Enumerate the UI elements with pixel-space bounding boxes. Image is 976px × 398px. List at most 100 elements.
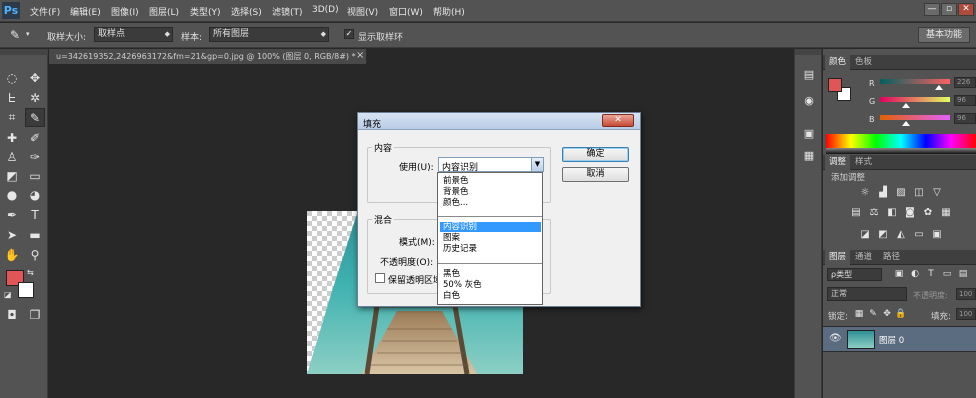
cancel-button[interactable]: 取消 bbox=[562, 167, 629, 182]
clone-stamp-tool-icon[interactable]: ♙ bbox=[2, 148, 22, 167]
sample-select[interactable]: 所有图层 ◆ bbox=[209, 27, 329, 42]
rectangle-tool-icon[interactable]: ▬ bbox=[25, 226, 45, 245]
close-tab-icon[interactable]: × bbox=[356, 50, 364, 61]
lock-position-icon[interactable]: ✥ bbox=[881, 308, 893, 320]
dropdown-option-history[interactable]: 历史记录 bbox=[440, 244, 541, 254]
tab-color[interactable]: 颜色 bbox=[825, 55, 851, 70]
background-color-swatch[interactable] bbox=[18, 282, 34, 298]
filter-type-icon[interactable]: T bbox=[925, 268, 937, 280]
filter-pixel-icon[interactable]: ▣ bbox=[893, 268, 905, 280]
layer-row[interactable]: 👁 图层 0 bbox=[823, 326, 976, 352]
brightness-icon[interactable]: ☼ bbox=[859, 187, 871, 199]
dropdown-option-color[interactable]: 颜色... bbox=[440, 198, 541, 208]
color-balance-icon[interactable]: ⚖ bbox=[868, 207, 880, 219]
menu-file[interactable]: 文件(F) bbox=[30, 5, 60, 18]
quick-mask-icon[interactable]: ◘ bbox=[2, 306, 22, 325]
dialog-close-button[interactable]: ✕ bbox=[602, 114, 634, 127]
gradient-map-icon[interactable]: ▭ bbox=[913, 229, 925, 241]
screen-mode-icon[interactable]: ❐ bbox=[25, 306, 45, 325]
layer-name[interactable]: 图层 0 bbox=[879, 334, 904, 346]
fill-field[interactable]: 100 bbox=[956, 308, 976, 320]
restore-button[interactable]: ▫ bbox=[941, 3, 957, 16]
selective-color-icon[interactable]: ▣ bbox=[931, 229, 943, 241]
exposure-icon[interactable]: ◫ bbox=[913, 187, 925, 199]
minimize-button[interactable]: — bbox=[924, 3, 940, 16]
curves-icon[interactable]: ▨ bbox=[895, 187, 907, 199]
filter-adjustment-icon[interactable]: ◐ bbox=[909, 268, 921, 280]
ok-button[interactable]: 确定 bbox=[562, 147, 629, 162]
opacity-field[interactable]: 100 bbox=[956, 288, 976, 300]
marquee-tool-icon[interactable]: ◌ bbox=[2, 69, 22, 88]
chevron-down-icon[interactable]: ▼ bbox=[531, 158, 543, 171]
dropdown-option-gray[interactable]: 50% 灰色 bbox=[440, 280, 541, 290]
move-tool-icon[interactable]: ✥ bbox=[25, 69, 45, 88]
channel-r-thumb[interactable] bbox=[935, 85, 943, 90]
brush-tool-icon[interactable]: ✐ bbox=[25, 129, 45, 148]
dropdown-option-black[interactable]: 黑色 bbox=[440, 269, 541, 279]
gradient-tool-icon[interactable]: ▭ bbox=[25, 167, 45, 186]
dialog-titlebar[interactable]: 填充 ✕ bbox=[358, 113, 640, 130]
dropdown-option-foreground[interactable]: 前景色 bbox=[440, 176, 541, 186]
tab-swatches[interactable]: 色板 bbox=[851, 55, 876, 70]
default-colors-icon[interactable]: ◪ bbox=[4, 290, 12, 299]
tab-layers[interactable]: 图层 bbox=[825, 250, 851, 265]
menu-help[interactable]: 帮助(H) bbox=[433, 5, 465, 18]
preserve-transparency-checkbox[interactable] bbox=[375, 273, 385, 283]
hand-tool-icon[interactable]: ✋ bbox=[2, 246, 22, 265]
tab-styles[interactable]: 样式 bbox=[851, 155, 876, 170]
sample-size-select[interactable]: 取样点 ◆ bbox=[94, 27, 173, 42]
menu-edit[interactable]: 编辑(E) bbox=[70, 5, 101, 18]
eyedropper-icon[interactable]: ✎ bbox=[25, 108, 45, 127]
layer-filter-select[interactable]: ρ类型 bbox=[827, 268, 882, 281]
document-tab[interactable]: u=342619352,2426963172&fm=21&gp=0.jpg @ … bbox=[49, 49, 367, 64]
dropdown-option-white[interactable]: 白色 bbox=[440, 291, 541, 301]
properties-panel-icon[interactable]: ◉ bbox=[802, 94, 816, 108]
tools-panel-grip[interactable] bbox=[0, 49, 48, 55]
type-tool-icon[interactable]: T bbox=[25, 206, 45, 225]
pen-tool-icon[interactable]: ✒ bbox=[2, 206, 22, 225]
channel-b-slider[interactable] bbox=[880, 115, 950, 120]
lasso-tool-icon[interactable]: ᖶ bbox=[2, 89, 22, 108]
info-panel-icon[interactable]: ▦ bbox=[802, 149, 816, 163]
dock-grip[interactable] bbox=[795, 49, 821, 55]
channel-mixer-icon[interactable]: ✿ bbox=[922, 207, 934, 219]
eyedropper-tool-icon[interactable]: ✎ bbox=[10, 28, 20, 42]
lock-transparent-icon[interactable]: ▦ bbox=[853, 308, 865, 320]
healing-brush-tool-icon[interactable]: ✚ bbox=[2, 129, 22, 148]
channel-g-thumb[interactable] bbox=[902, 103, 910, 108]
tab-channels[interactable]: 通道 bbox=[851, 250, 876, 265]
crop-tool-icon[interactable]: ⌗ bbox=[2, 108, 22, 127]
channel-r-value[interactable]: 226 bbox=[954, 77, 976, 88]
lock-all-icon[interactable]: 🔒 bbox=[895, 308, 907, 320]
posterize-icon[interactable]: ◩ bbox=[877, 229, 889, 241]
channel-g-slider[interactable] bbox=[880, 97, 950, 102]
show-ring-checkbox[interactable]: ✓ bbox=[344, 29, 354, 39]
hue-saturation-icon[interactable]: ▤ bbox=[850, 207, 862, 219]
dropdown-option-content-aware[interactable]: 内容识别 bbox=[440, 222, 541, 232]
menu-view[interactable]: 视图(V) bbox=[347, 5, 378, 18]
channel-g-value[interactable]: 96 bbox=[954, 95, 976, 106]
dropdown-option-background[interactable]: 背景色 bbox=[440, 187, 541, 197]
filter-smart-object-icon[interactable]: ▤ bbox=[957, 268, 969, 280]
history-brush-tool-icon[interactable]: ✑ bbox=[25, 148, 45, 167]
invert-icon[interactable]: ◪ bbox=[859, 229, 871, 241]
blend-mode-select[interactable]: 正常 bbox=[827, 287, 907, 301]
color-spectrum-shade[interactable] bbox=[826, 148, 976, 154]
dodge-tool-icon[interactable]: ◕ bbox=[25, 186, 45, 205]
tab-adjustments[interactable]: 调整 bbox=[825, 155, 851, 170]
menu-image[interactable]: 图像(I) bbox=[111, 5, 139, 18]
zoom-tool-icon[interactable]: ⚲ bbox=[25, 246, 45, 265]
channel-r-slider[interactable] bbox=[880, 79, 950, 84]
history-panel-icon[interactable]: ▤ bbox=[802, 68, 816, 82]
menu-select[interactable]: 选择(S) bbox=[231, 5, 262, 18]
photo-filter-icon[interactable]: ◙ bbox=[904, 207, 916, 219]
lock-pixels-icon[interactable]: ✎ bbox=[867, 308, 879, 320]
levels-icon[interactable]: ▟ bbox=[877, 187, 889, 199]
tab-paths[interactable]: 路径 bbox=[879, 250, 904, 265]
threshold-icon[interactable]: ◭ bbox=[895, 229, 907, 241]
use-select[interactable]: 内容识别 ▼ bbox=[438, 157, 544, 173]
workspace-button[interactable]: 基本功能 bbox=[918, 27, 970, 43]
swap-colors-icon[interactable]: ⇆ bbox=[27, 268, 34, 277]
black-white-icon[interactable]: ◧ bbox=[886, 207, 898, 219]
filter-shape-icon[interactable]: ▭ bbox=[941, 268, 953, 280]
